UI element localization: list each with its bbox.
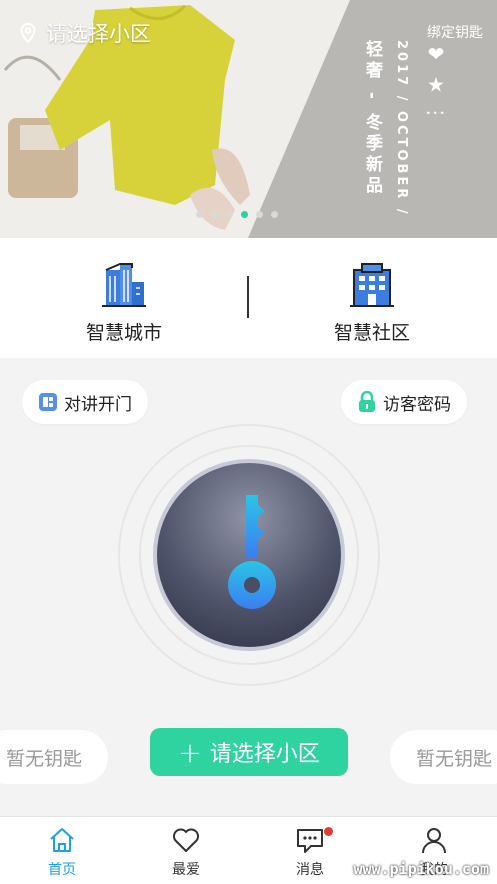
select-community-button[interactable]: + 请选择小区 [150, 728, 348, 776]
user-icon [422, 828, 446, 854]
tab-label: 首页 [48, 862, 76, 878]
carousel-dot-active[interactable] [241, 211, 248, 218]
message-icon [297, 829, 323, 853]
no-key-left-card[interactable]: 暂无钥匙 [0, 730, 108, 784]
unread-badge [324, 827, 333, 836]
unlock-key-button[interactable] [153, 459, 345, 651]
home-icon [50, 828, 74, 852]
bind-key-link[interactable]: 绑定钥匙 [427, 22, 483, 42]
tab-messages[interactable]: 消息 [270, 825, 350, 879]
heart-icon [173, 828, 199, 852]
intercom-label: 对讲开门 [64, 394, 132, 415]
tab-label: 最爱 [172, 862, 200, 878]
community-building-icon [350, 263, 394, 307]
tab-home[interactable]: 首页 [22, 825, 102, 879]
carousel-dot[interactable] [196, 211, 203, 218]
category-smart-city[interactable]: 智慧城市 [44, 260, 204, 345]
visitor-label: 访客密码 [383, 394, 451, 415]
location-selector[interactable]: 请选择小区 [20, 18, 151, 48]
banner-slogan: 轻奢 - 冬季新品 [362, 40, 382, 197]
category-label: 智慧社区 [333, 322, 410, 344]
carousel-dot[interactable] [256, 211, 263, 218]
select-community-label: 请选择小区 [209, 742, 320, 767]
carousel-dots[interactable] [196, 211, 278, 218]
category-row: 智慧城市 智慧社区 [0, 238, 497, 358]
key-icon [228, 495, 276, 609]
banner-date-text: 2017 / OCTOBER / [394, 40, 409, 217]
location-label: 请选择小区 [46, 22, 151, 46]
carousel-dot[interactable] [226, 211, 233, 218]
promo-banner[interactable]: 请选择小区 绑定钥匙 轻奢 - 冬季新品 2017 / OCTOBER / ❤ … [0, 0, 497, 238]
location-pin-icon [20, 23, 36, 43]
no-key-right-card[interactable]: 暂无钥匙 [390, 730, 497, 784]
category-label: 智慧城市 [85, 322, 162, 344]
carousel-dot[interactable] [271, 211, 278, 218]
intercom-open-door-button[interactable]: 对讲开门 [22, 380, 148, 424]
lock-icon [359, 391, 375, 412]
bottom-tab-bar: 首页 最爱 消息 我的 www.pipikou.com [0, 816, 497, 884]
tab-label: 消息 [296, 862, 324, 878]
visitor-password-button[interactable]: 访客密码 [341, 380, 467, 424]
category-smart-community[interactable]: 智慧社区 [292, 260, 452, 345]
carousel-dot[interactable] [211, 211, 218, 218]
door-control-area: 对讲开门 访客密码 暂无钥匙 暂无钥匙 + 请选择小区 [0, 358, 497, 816]
category-divider [247, 276, 249, 318]
intercom-icon [39, 393, 57, 411]
city-buildings-icon [102, 263, 146, 307]
plus-icon: + [178, 735, 202, 769]
watermark-text: www.pipikou.com [353, 860, 489, 878]
tab-favorites[interactable]: 最爱 [146, 825, 226, 879]
banner-decor-glyphs: ❤ ★ ⋮ [424, 42, 448, 123]
